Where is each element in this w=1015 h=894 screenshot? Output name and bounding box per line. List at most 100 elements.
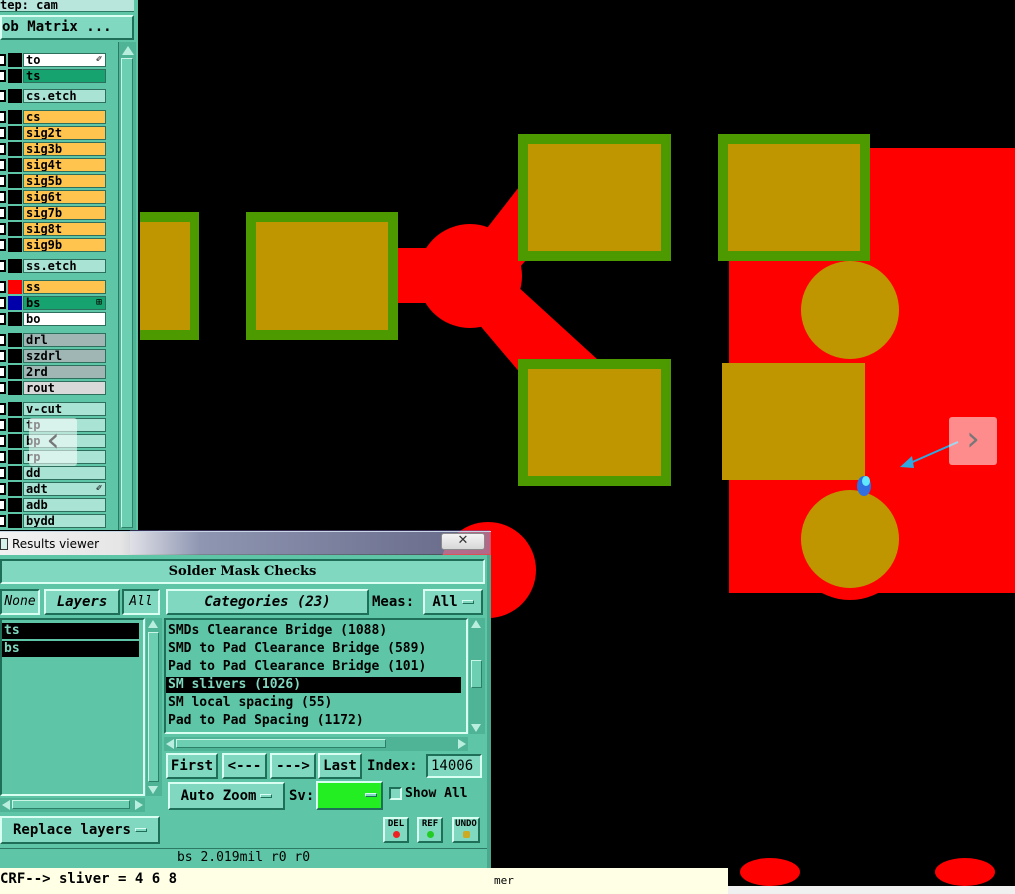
layer-checkbox[interactable] [0,435,6,447]
close-button[interactable]: ✕ [441,533,485,550]
layer-name[interactable]: 2rd [23,365,106,379]
layer-row[interactable]: ss [0,280,116,294]
scroll-down-icon[interactable] [148,786,158,794]
layer-checkbox[interactable] [0,260,6,272]
replace-layers-dropdown[interactable]: Replace layers [0,816,160,844]
layer-row[interactable]: sig3b [0,142,116,156]
layer-name[interactable]: szdrl [23,349,106,363]
layer-row[interactable]: ts [0,69,116,83]
layers-mode-button[interactable]: Layers [44,589,120,615]
layer-row[interactable]: dd [0,466,116,480]
layer-row[interactable]: sig7b [0,206,116,220]
layer-list-vscroll[interactable] [146,618,162,796]
layer-checkbox[interactable] [0,403,6,415]
previous-result-button[interactable]: <--- [222,753,267,779]
category-item[interactable]: Pad to Pad Spacing (1172) [166,713,461,729]
next-image-button[interactable]: › [949,417,997,465]
layer-color-swatch[interactable] [8,158,22,172]
results-viewer-titlebar[interactable]: Results viewer ✕ [0,531,491,555]
layer-name[interactable]: adb [23,498,106,512]
layer-checkbox[interactable] [0,159,6,171]
last-result-button[interactable]: Last [318,753,362,779]
layer-color-swatch[interactable] [8,365,22,379]
category-item[interactable]: SMDs Clearance Bridge (1088) [166,623,461,639]
select-none-button[interactable]: None [0,589,40,615]
category-list-hscroll[interactable] [164,737,468,751]
layer-checkbox[interactable] [0,334,6,346]
layer-name[interactable]: drl [23,333,106,347]
layer-row[interactable]: sig2t [0,126,116,140]
layer-checkbox[interactable] [0,499,6,511]
scroll-left-icon[interactable] [166,739,174,749]
layer-row[interactable]: bo [0,312,116,326]
layer-name[interactable]: to [23,53,106,67]
layer-checkbox[interactable] [0,175,6,187]
scroll-thumb[interactable] [121,58,133,528]
layer-checkbox[interactable] [0,143,6,155]
layer-row[interactable]: cs [0,110,116,124]
layer-checkbox[interactable] [0,515,6,527]
category-list-vscroll[interactable] [469,618,485,734]
layer-row[interactable]: adb [0,498,116,512]
layer-color-swatch[interactable] [8,110,22,124]
scroll-thumb[interactable] [148,632,159,782]
list-item[interactable]: bs [2,641,139,657]
layer-name[interactable]: ts [23,69,106,83]
layer-row[interactable]: to ✐ [0,53,116,67]
refresh-button[interactable]: REF [417,817,443,843]
scroll-left-icon[interactable] [2,800,10,810]
layer-color-swatch[interactable] [8,259,22,273]
layer-row[interactable]: sig9b [0,238,116,252]
layer-color-swatch[interactable] [8,69,22,83]
layer-checkbox[interactable] [0,239,6,251]
layer-row[interactable]: 2rd [0,365,116,379]
list-item[interactable]: ts [2,623,139,639]
layer-name[interactable]: ss [23,280,106,294]
scroll-right-icon[interactable] [135,800,143,810]
show-all-checkbox[interactable] [389,787,402,800]
layer-checkbox[interactable] [0,382,6,394]
layer-name[interactable]: sig8t [23,222,106,236]
layer-name[interactable]: sig5b [23,174,106,188]
layer-row[interactable]: cs.etch [0,89,116,103]
layer-name[interactable]: bo [23,312,106,326]
auto-zoom-dropdown[interactable]: Auto Zoom [168,782,285,810]
layer-row[interactable]: drl [0,333,116,347]
layer-color-swatch[interactable] [8,434,22,448]
delete-button[interactable]: DEL [383,817,409,843]
layer-row[interactable]: bs ⊞ [0,296,116,310]
layer-name[interactable]: dd [23,466,106,480]
layer-color-swatch[interactable] [8,514,22,528]
layer-checkbox[interactable] [0,467,6,479]
layer-color-swatch[interactable] [8,466,22,480]
category-item[interactable]: SM local spacing (55) [166,695,461,711]
category-results-list[interactable]: SMDs Clearance Bridge (1088) SMD to Pad C… [164,618,468,734]
layer-list-scrollbar[interactable] [118,42,136,530]
layer-list-hscroll[interactable] [0,798,145,812]
layer-checkbox[interactable] [0,207,6,219]
layer-color-swatch[interactable] [8,402,22,416]
layer-checkbox[interactable] [0,366,6,378]
layer-checkbox[interactable] [0,191,6,203]
category-item[interactable]: SM slivers (1026) [166,677,461,693]
layer-checkbox[interactable] [0,70,6,82]
layer-checkbox[interactable] [0,223,6,235]
layer-checkbox[interactable] [0,54,6,66]
layer-name[interactable]: rout [23,381,106,395]
layer-name[interactable]: bydd [23,514,106,528]
layer-color-swatch[interactable] [8,53,22,67]
layer-color-swatch[interactable] [8,206,22,220]
layer-row[interactable]: sig4t [0,158,116,172]
layer-color-swatch[interactable] [8,312,22,326]
layer-row[interactable]: bydd [0,514,116,528]
layer-name[interactable]: sig6t [23,190,106,204]
category-item[interactable]: SMD to Pad Clearance Bridge (589) [166,641,461,657]
layer-checkbox[interactable] [0,281,6,293]
layer-color-swatch[interactable] [8,280,22,294]
layer-name[interactable]: ss.etch [23,259,106,273]
layer-name[interactable]: sig9b [23,238,106,252]
layer-color-swatch[interactable] [8,482,22,496]
select-all-layers-button[interactable]: All [122,589,160,615]
meas-dropdown[interactable]: All [423,589,483,615]
scroll-thumb[interactable] [471,660,482,688]
